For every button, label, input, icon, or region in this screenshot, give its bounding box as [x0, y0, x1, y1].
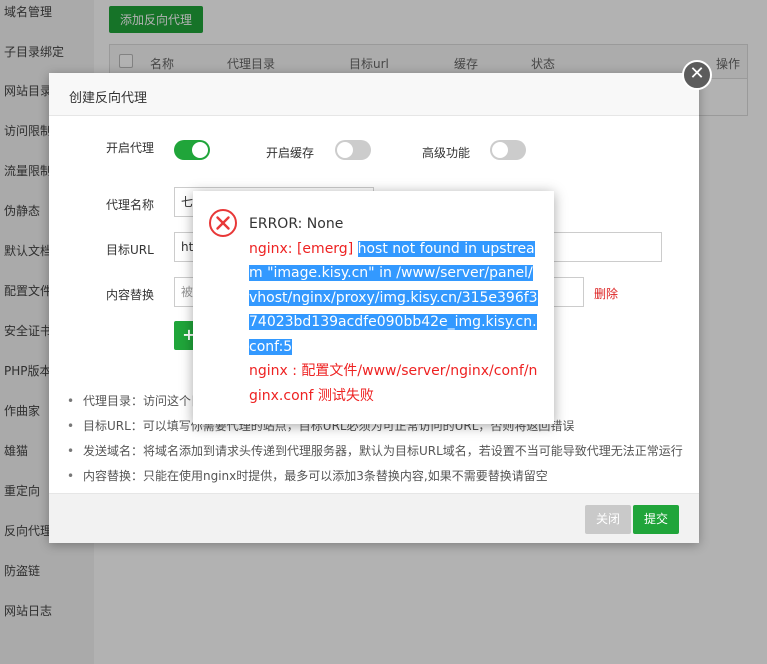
help-note: 发送域名：将域名添加到请求头传递到代理服务器，默认为目标URL域名，若设置不当可… — [63, 439, 693, 464]
error-title: ERROR: None — [249, 216, 344, 232]
modal-title: 创建反向代理 — [69, 91, 148, 106]
submit-button[interactable]: 提交 — [633, 505, 679, 534]
error-line-2: nginx : 配置文件/www/server/nginx/conf/nginx… — [249, 363, 538, 404]
error-prefix: nginx: [emerg] — [249, 240, 358, 257]
delete-replace-link[interactable]: 删除 — [594, 285, 618, 302]
proxy-name-label: 代理名称 — [106, 198, 155, 212]
close-button[interactable]: 关闭 — [585, 505, 631, 534]
enable-cache-label: 开启缓存 — [266, 146, 315, 160]
toggle-knob — [492, 142, 508, 158]
error-dialog: ERROR: None nginx: [emerg] host not foun… — [193, 191, 554, 424]
advanced-toggle[interactable] — [490, 140, 526, 160]
modal-title-bar: 创建反向代理 — [49, 73, 699, 116]
enable-proxy-toggle[interactable] — [174, 140, 210, 160]
toggle-knob — [337, 142, 353, 158]
toggle-knob — [192, 142, 208, 158]
error-line-1: nginx: [emerg] host not found in upstrea… — [249, 237, 539, 360]
advanced-label: 高级功能 — [422, 146, 471, 160]
error-selected-text[interactable]: host not found in upstream "image.kisy.c… — [249, 240, 538, 355]
help-note: 内容替换：只能在使用nginx时提供，最多可以添加3条替换内容,如果不需要替换请… — [63, 464, 693, 489]
enable-cache-toggle[interactable] — [335, 140, 371, 160]
target-url-label: 目标URL — [106, 243, 154, 257]
error-circle-icon — [209, 209, 237, 237]
modal-footer: 关闭 提交 — [49, 493, 699, 543]
enable-proxy-label: 开启代理 — [106, 141, 155, 155]
modal-close-icon[interactable]: ✕ — [682, 60, 712, 90]
error-message: ERROR: None nginx: [emerg] host not foun… — [249, 212, 539, 408]
content-replace-label: 内容替换 — [106, 288, 155, 302]
